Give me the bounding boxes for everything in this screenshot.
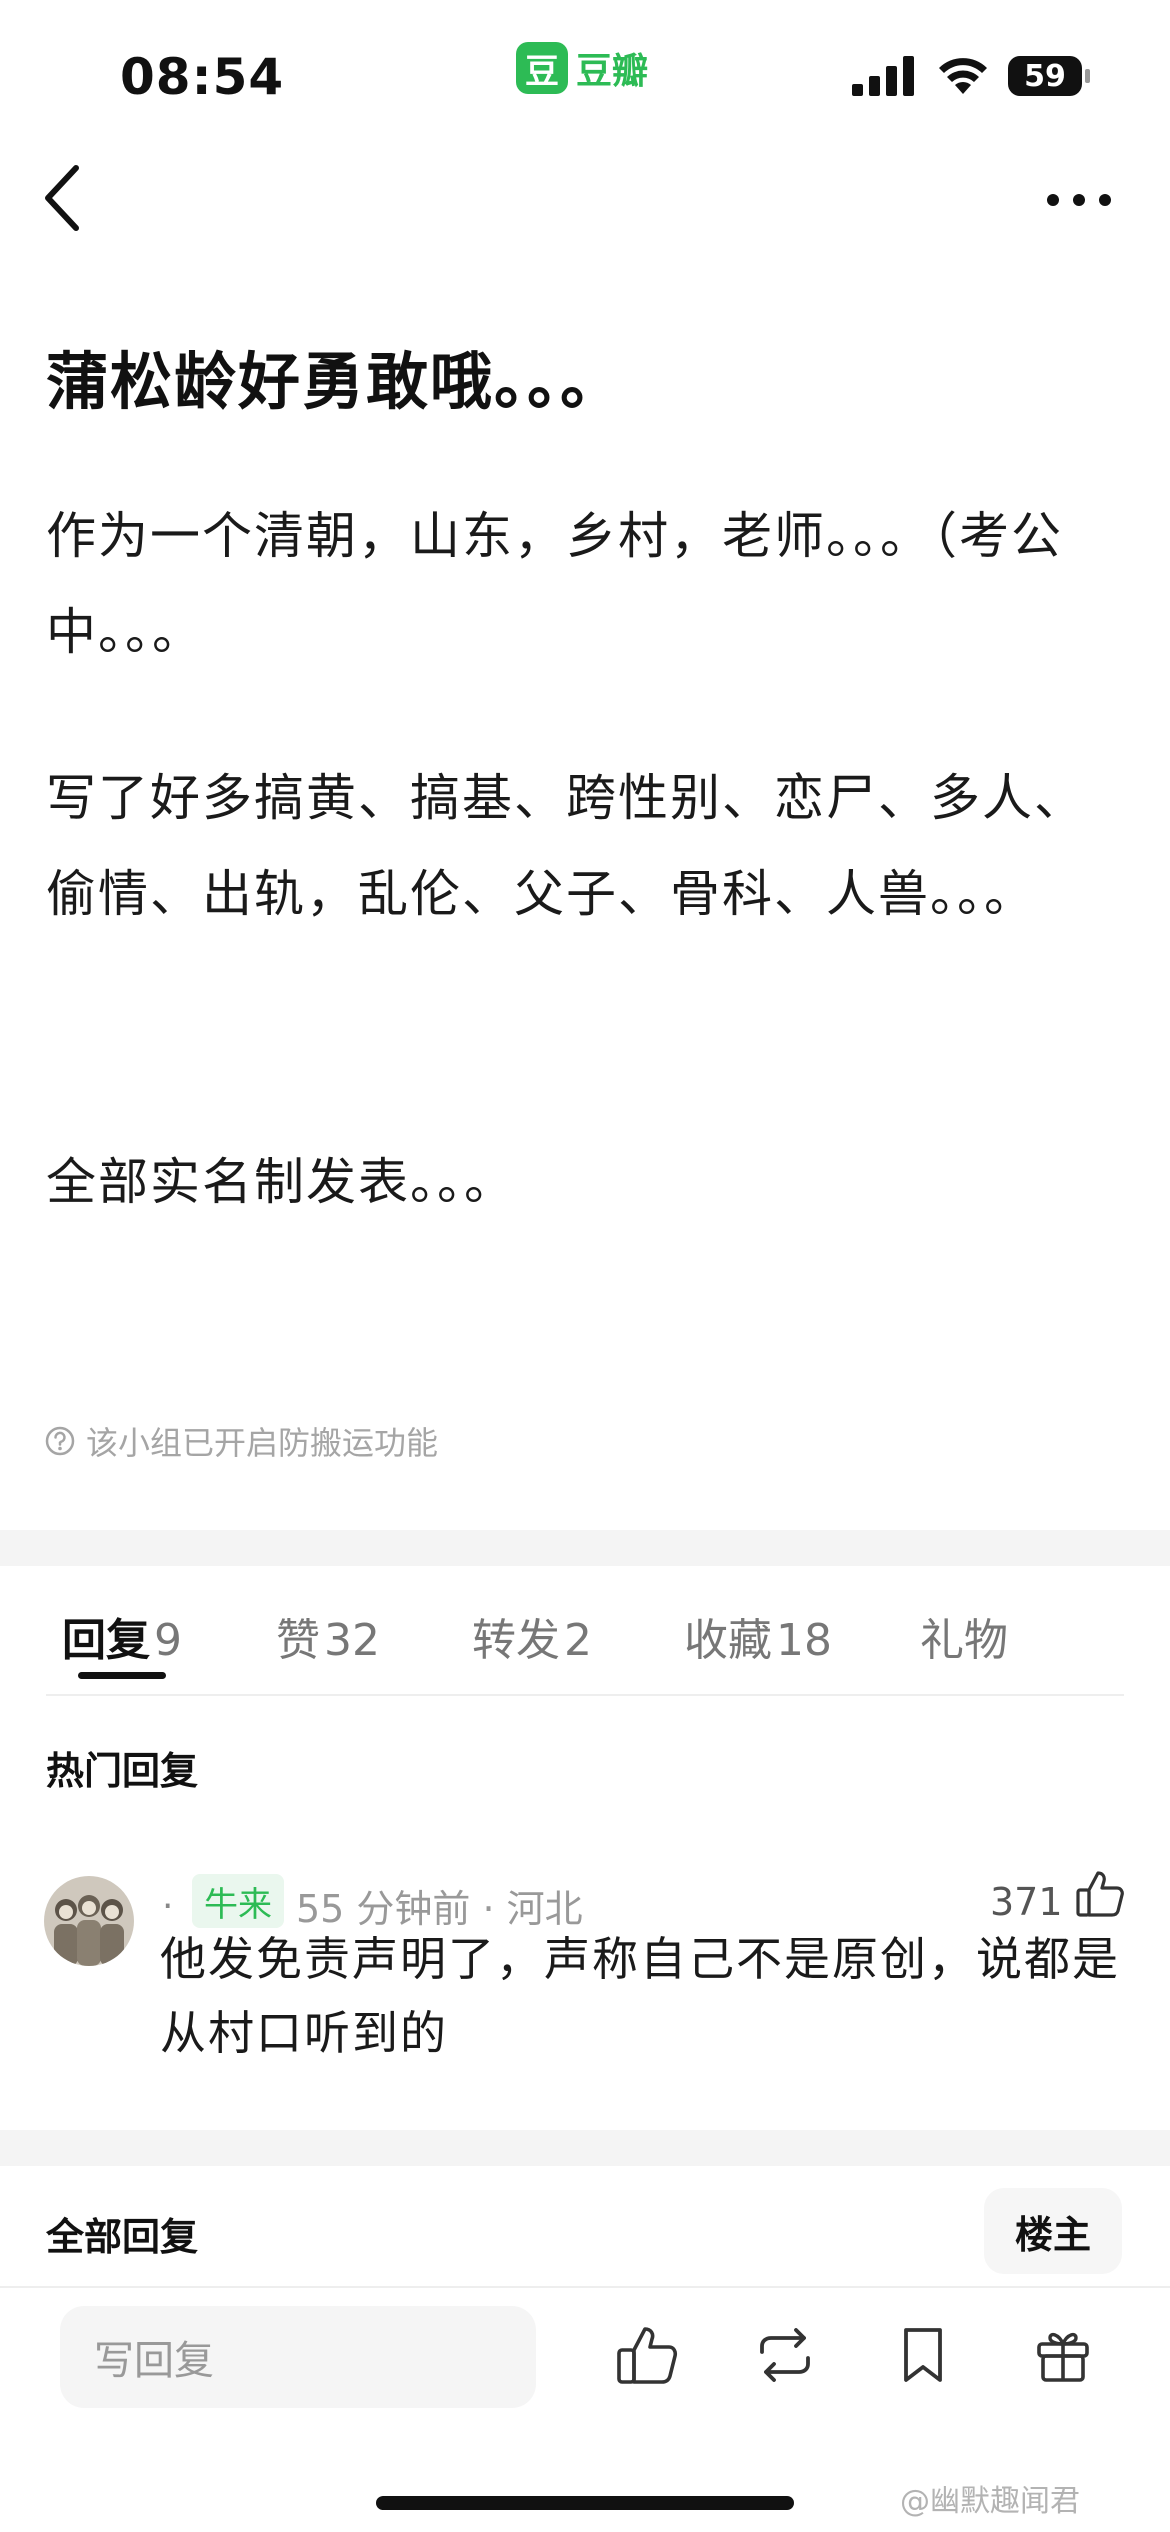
tab-label: 礼物 xyxy=(920,1615,1008,1666)
douban-logo-icon: 豆 xyxy=(516,42,568,94)
watermark: @幽默趣闻君 xyxy=(900,2484,1080,2519)
post-detail-screen: 08:54 豆 豆瓣 59 蒲松龄好勇敢哦。。。 作为一个清朝，山东，乡村，老师… xyxy=(0,0,1170,2532)
avatar[interactable] xyxy=(44,1876,134,1966)
tab-label: 收藏 xyxy=(684,1615,772,1666)
tab-gifts[interactable]: 礼物 xyxy=(920,1604,1008,1668)
op-only-filter-button[interactable]: 楼主 xyxy=(984,2188,1122,2274)
gift-icon[interactable] xyxy=(1030,2322,1096,2388)
meta-dot: · xyxy=(162,1886,174,1927)
home-indicator xyxy=(376,2496,794,2510)
tab-replies[interactable]: 回复9 xyxy=(62,1604,182,1668)
user-group-tag[interactable]: 牛来 xyxy=(192,1874,284,1928)
post-title: 蒲松龄好勇敢哦。。。 xyxy=(46,345,625,418)
wifi-icon xyxy=(939,58,987,94)
section-divider xyxy=(0,1530,1170,1566)
chevron-left-icon[interactable] xyxy=(40,160,90,236)
hot-replies-title: 热门回复 xyxy=(46,1749,199,1793)
comment-like-count: 371 xyxy=(990,1880,1063,1924)
tab-likes[interactable]: 赞32 xyxy=(276,1604,380,1668)
tabs-divider xyxy=(46,1694,1124,1696)
comment-item[interactable]: · 牛来 55 分钟前 · 河北 371 他发免责声明了，声称自己不是原创，说都… xyxy=(0,1860,1170,2140)
question-circle-icon xyxy=(45,1426,75,1456)
tab-count: 9 xyxy=(154,1615,182,1666)
post-paragraph: 全部实名制发表。。。 xyxy=(46,1153,516,1211)
notice-text: 该小组已开启防搬运功能 xyxy=(86,1424,439,1462)
battery-level: 59 xyxy=(1008,56,1082,96)
status-time: 08:54 xyxy=(120,48,285,106)
all-replies-title: 全部回复 xyxy=(46,2215,199,2259)
tab-label: 回复 xyxy=(62,1615,150,1666)
tab-label: 赞 xyxy=(276,1615,320,1666)
post-paragraph: 写了好多搞黄、搞基、跨性别、恋尸、多人、偷情、出轨，乱伦、父子、骨科、人兽。。。 xyxy=(46,769,1086,923)
cellular-signal-icon xyxy=(852,56,914,96)
tab-collections[interactable]: 收藏18 xyxy=(684,1604,832,1668)
tab-count: 2 xyxy=(564,1615,592,1666)
active-tab-indicator xyxy=(78,1672,166,1679)
battery-indicator: 59 xyxy=(1008,56,1090,96)
comment-text: 他发免责声明了，声称自己不是原创，说都是从村口听到的 xyxy=(160,1932,1120,2060)
status-bar: 08:54 豆 豆瓣 59 xyxy=(0,0,1170,150)
app-badge: 豆 豆瓣 xyxy=(516,42,648,94)
thumbs-up-icon[interactable] xyxy=(1074,1868,1126,1920)
ellipsis-icon[interactable] xyxy=(1044,180,1114,220)
bookmark-icon[interactable] xyxy=(890,2322,956,2388)
interaction-tabs: 回复9 赞32 转发2 收藏18 礼物 xyxy=(0,1566,1170,1696)
reply-input[interactable]: 写回复 xyxy=(60,2306,536,2408)
post-paragraph: 作为一个清朝，山东，乡村，老师。。。（考公中。。。 xyxy=(46,507,1063,661)
tab-label: 转发 xyxy=(472,1615,560,1666)
app-name: 豆瓣 xyxy=(576,51,649,92)
tab-count: 18 xyxy=(776,1615,832,1666)
repost-icon[interactable] xyxy=(752,2322,818,2388)
battery-tip xyxy=(1085,69,1090,83)
tab-reposts[interactable]: 转发2 xyxy=(472,1604,592,1668)
thumbs-up-icon[interactable] xyxy=(614,2322,680,2388)
tab-count: 32 xyxy=(324,1615,380,1666)
section-divider xyxy=(0,2130,1170,2166)
anti-repost-notice: 该小组已开启防搬运功能 xyxy=(44,1418,438,1464)
